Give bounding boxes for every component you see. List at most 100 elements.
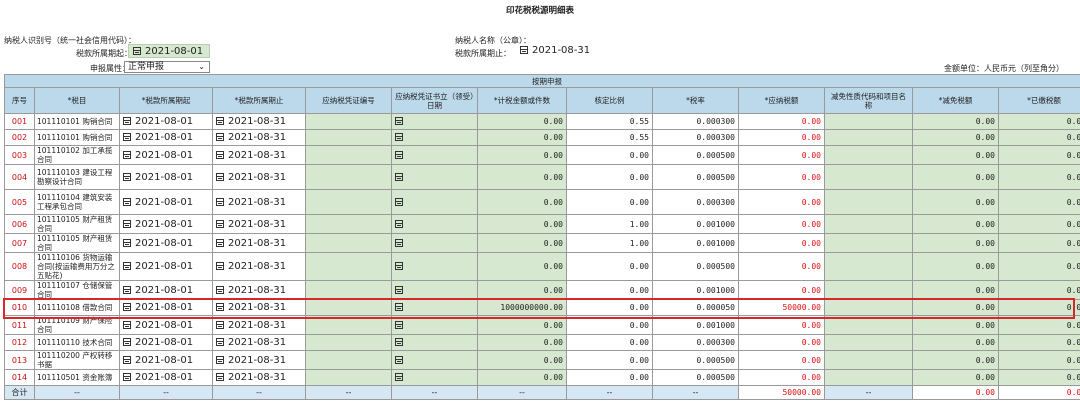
relief-amount-input[interactable]: 0.00 [912, 350, 999, 370]
paid-input[interactable]: 0.00 [997, 164, 1080, 190]
voucher-no-input[interactable] [305, 233, 392, 253]
relief-amount-input[interactable]: 0.00 [912, 214, 999, 234]
voucher-no-input[interactable] [305, 299, 392, 316]
voucher-date-input[interactable] [391, 334, 478, 351]
relief-amount-input[interactable]: 0.00 [912, 299, 999, 316]
period-start-cell[interactable]: 2021-08-01 [119, 164, 213, 190]
voucher-date-input[interactable] [391, 233, 478, 253]
paid-input[interactable]: 0.00 [997, 233, 1080, 253]
voucher-date-input[interactable] [391, 369, 478, 386]
period-end-cell[interactable]: 2021-08-31 [212, 369, 306, 386]
amount-input[interactable]: 0.00 [477, 189, 567, 215]
period-end-cell[interactable]: 2021-08-31 [212, 315, 306, 335]
paid-input[interactable]: 0.00 [997, 189, 1080, 215]
paid-input[interactable]: 0.00 [997, 315, 1080, 335]
tax-item[interactable]: 101110108 借款合同 [34, 299, 120, 316]
voucher-no-input[interactable] [305, 214, 392, 234]
declare-attr-select[interactable]: 正常申报 ⌄ [124, 61, 210, 73]
tax-item[interactable]: 101110110 技术合同 [34, 334, 120, 351]
voucher-date-input[interactable] [391, 350, 478, 370]
relief-code-select[interactable] [824, 315, 913, 335]
period-end-cell[interactable]: 2021-08-31 [212, 299, 306, 316]
voucher-no-input[interactable] [305, 145, 392, 165]
period-start-cell[interactable]: 2021-08-01 [119, 315, 213, 335]
amount-input[interactable]: 0.00 [477, 113, 567, 130]
tax-item[interactable]: 101110104 建筑安装工程承包合同 [34, 189, 120, 215]
relief-amount-input[interactable]: 0.00 [912, 189, 999, 215]
tax-item[interactable]: 101110107 仓储保管合同 [34, 280, 120, 300]
tax-item[interactable]: 101110105 财产租赁合同 [34, 233, 120, 253]
amount-input[interactable]: 0.00 [477, 369, 567, 386]
relief-code-select[interactable] [824, 129, 913, 146]
amount-input[interactable]: 0.00 [477, 164, 567, 190]
relief-code-select[interactable] [824, 189, 913, 215]
period-end-cell[interactable]: 2021-08-31 [212, 214, 306, 234]
period-start-cell[interactable]: 2021-08-01 [119, 252, 213, 281]
period-start-cell[interactable]: 2021-08-01 [119, 145, 213, 165]
relief-code-select[interactable] [824, 145, 913, 165]
paid-input[interactable]: 0.00 [997, 214, 1080, 234]
relief-code-select[interactable] [824, 214, 913, 234]
relief-amount-input[interactable]: 0.00 [912, 113, 999, 130]
amount-input[interactable]: 0.00 [477, 252, 567, 281]
relief-amount-input[interactable]: 0.00 [912, 315, 999, 335]
period-end-cell[interactable]: 2021-08-31 [212, 164, 306, 190]
tax-item[interactable]: 101110101 购销合同 [34, 129, 120, 146]
voucher-date-input[interactable] [391, 113, 478, 130]
relief-amount-input[interactable]: 0.00 [912, 369, 999, 386]
paid-input[interactable]: 0.00 [997, 252, 1080, 281]
relief-code-select[interactable] [824, 369, 913, 386]
period-start-cell[interactable]: 2021-08-01 [119, 233, 213, 253]
relief-code-select[interactable] [824, 113, 913, 130]
voucher-no-input[interactable] [305, 350, 392, 370]
relief-code-select[interactable] [824, 233, 913, 253]
period-end-cell[interactable]: 2021-08-31 [212, 129, 306, 146]
period-start-cell[interactable]: 2021-08-01 [119, 299, 213, 316]
relief-amount-input[interactable]: 0.00 [912, 334, 999, 351]
relief-code-select[interactable] [824, 334, 913, 351]
voucher-date-input[interactable] [391, 129, 478, 146]
period-end-cell[interactable]: 2021-08-31 [212, 189, 306, 215]
amount-input[interactable]: 0.00 [477, 233, 567, 253]
voucher-no-input[interactable] [305, 113, 392, 130]
relief-code-select[interactable] [824, 252, 913, 281]
period-start-date[interactable]: 2021-08-01 [128, 44, 210, 58]
voucher-no-input[interactable] [305, 129, 392, 146]
voucher-date-input[interactable] [391, 164, 478, 190]
paid-input[interactable]: 0.00 [997, 129, 1080, 146]
period-start-cell[interactable]: 2021-08-01 [119, 129, 213, 146]
relief-amount-input[interactable]: 0.00 [912, 129, 999, 146]
tax-item[interactable]: 101110101 购销合同 [34, 113, 120, 130]
amount-input[interactable]: 0.00 [477, 280, 567, 300]
tax-item[interactable]: 101110103 建设工程勘察设计合同 [34, 164, 120, 190]
period-end-cell[interactable]: 2021-08-31 [212, 233, 306, 253]
voucher-date-input[interactable] [391, 189, 478, 215]
tax-item[interactable]: 101110501 资金账簿 [34, 369, 120, 386]
voucher-no-input[interactable] [305, 334, 392, 351]
period-end-cell[interactable]: 2021-08-31 [212, 334, 306, 351]
amount-input[interactable]: 0.00 [477, 334, 567, 351]
relief-amount-input[interactable]: 0.00 [912, 280, 999, 300]
voucher-date-input[interactable] [391, 315, 478, 335]
tax-item[interactable]: 101110200 产权转移书据 [34, 350, 120, 370]
relief-code-select[interactable] [824, 164, 913, 190]
period-end-cell[interactable]: 2021-08-31 [212, 113, 306, 130]
period-end-cell[interactable]: 2021-08-31 [212, 350, 306, 370]
voucher-date-input[interactable] [391, 214, 478, 234]
tax-item[interactable]: 101110106 货物运输合同(按运输费用万分之五贴花) [34, 252, 120, 281]
paid-input[interactable]: 0.00 [997, 350, 1080, 370]
voucher-no-input[interactable] [305, 369, 392, 386]
voucher-no-input[interactable] [305, 315, 392, 335]
amount-input[interactable]: 0.00 [477, 315, 567, 335]
paid-input[interactable]: 0.00 [997, 113, 1080, 130]
relief-code-select[interactable] [824, 280, 913, 300]
period-start-cell[interactable]: 2021-08-01 [119, 280, 213, 300]
period-start-cell[interactable]: 2021-08-01 [119, 334, 213, 351]
relief-code-select[interactable] [824, 299, 913, 316]
voucher-date-input[interactable] [391, 252, 478, 281]
paid-input[interactable]: 0.00 [997, 369, 1080, 386]
amount-input[interactable]: 0.00 [477, 145, 567, 165]
amount-input[interactable]: 0.00 [477, 350, 567, 370]
relief-code-select[interactable] [824, 350, 913, 370]
tax-item[interactable]: 101110109 财产保险合同 [34, 315, 120, 335]
